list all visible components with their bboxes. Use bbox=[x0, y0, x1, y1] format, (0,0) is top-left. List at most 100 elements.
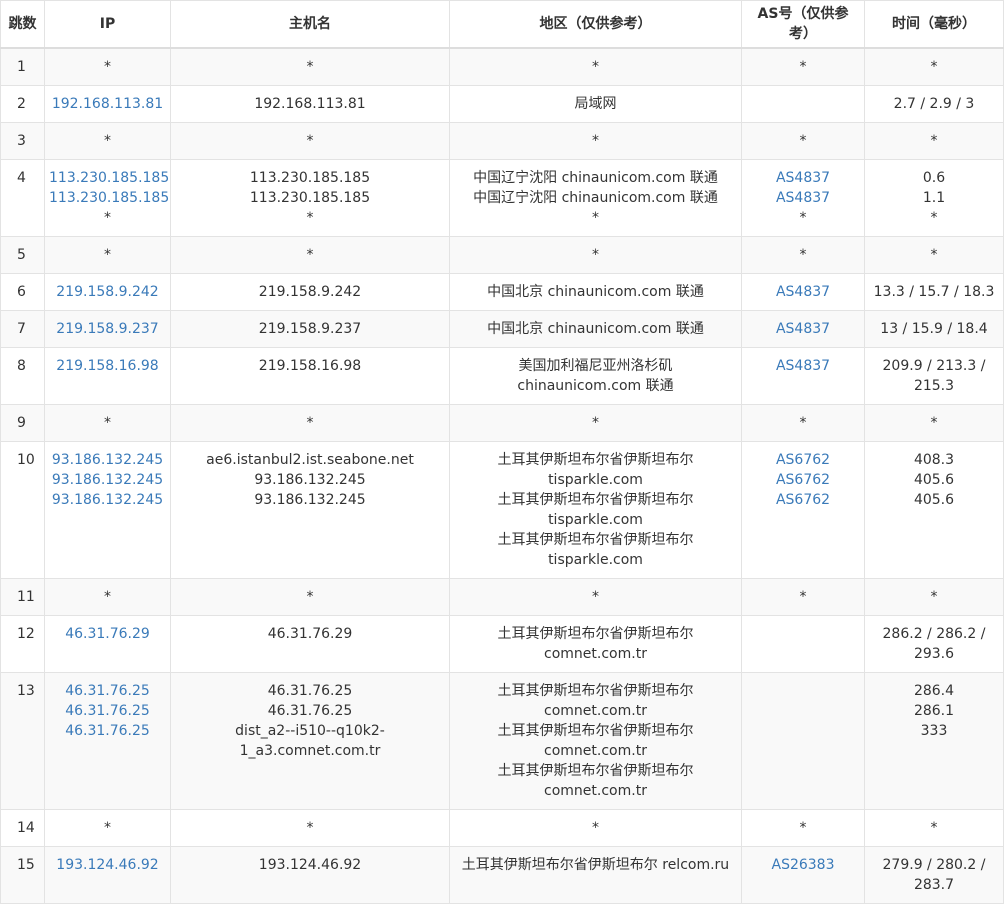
table-row: 15 193.124.46.92 193.124.46.92 土耳其伊斯坦布尔省伊斯坦… bbox=[0, 846, 1004, 904]
as-number-link[interactable]: AS4837 bbox=[746, 356, 860, 376]
as-number-link[interactable]: AS6762 bbox=[746, 490, 860, 510]
hop-cell: 14 bbox=[0, 809, 45, 847]
as-number-cell: * bbox=[741, 236, 865, 274]
hop-cell: 7 bbox=[0, 310, 45, 348]
region-cell: 土耳其伊斯坦布尔省伊斯坦布尔 relcom.ru bbox=[449, 846, 742, 904]
hostname-cell: 46.31.76.29 bbox=[170, 615, 450, 673]
time-cell: 286.4 286.1 333 bbox=[864, 672, 1004, 810]
hop-cell: 12 bbox=[0, 615, 45, 673]
ip-link[interactable]: 192.168.113.81 bbox=[49, 94, 166, 114]
ip-link[interactable]: 193.124.46.92 bbox=[49, 855, 166, 875]
hostname-cell: 219.158.9.242 bbox=[170, 273, 450, 311]
time-text: 13 / 15.9 / 18.4 bbox=[880, 321, 988, 337]
as-number-text: * bbox=[799, 210, 807, 226]
ip-link[interactable]: 46.31.76.25 bbox=[49, 681, 166, 701]
as-number-empty bbox=[746, 624, 860, 644]
time-text: 0.6 bbox=[922, 170, 946, 186]
as-number-cell: * bbox=[741, 404, 865, 442]
hostname-text: * bbox=[306, 589, 314, 605]
region-text: tisparkle.com bbox=[548, 552, 643, 568]
as-number-link[interactable]: AS4837 bbox=[746, 188, 860, 208]
hostname-text: * bbox=[306, 59, 314, 75]
hostname-text: 46.31.76.25 bbox=[267, 703, 353, 719]
as-number-link[interactable]: AS6762 bbox=[746, 470, 860, 490]
ip-cell: * bbox=[44, 404, 171, 442]
ip-link[interactable]: 46.31.76.25 bbox=[49, 701, 166, 721]
time-cell: 13.3 / 15.7 / 18.3 bbox=[864, 273, 1004, 311]
hop-cell: 6 bbox=[0, 273, 45, 311]
hostname-text: 219.158.9.237 bbox=[258, 321, 362, 337]
ip-link[interactable]: 219.158.16.98 bbox=[49, 356, 166, 376]
hostname-cell: 113.230.185.185 113.230.185.185 * bbox=[170, 159, 450, 237]
as-number-link[interactable]: AS26383 bbox=[746, 855, 860, 875]
hostname-text: 219.158.9.242 bbox=[258, 284, 362, 300]
as-number-link[interactable]: AS6762 bbox=[746, 450, 860, 470]
time-text: 209.9 / 213.3 / bbox=[882, 358, 986, 374]
hop-cell: 10 bbox=[0, 441, 45, 579]
time-text: 286.4 bbox=[913, 683, 955, 699]
hop-cell: 13 bbox=[0, 672, 45, 810]
as-number-empty bbox=[746, 94, 860, 114]
time-cell: 209.9 / 213.3 / 215.3 bbox=[864, 347, 1004, 405]
region-text: 土耳其伊斯坦布尔省伊斯坦布尔 bbox=[497, 532, 694, 548]
as-number-text: * bbox=[799, 415, 807, 431]
ip-link[interactable]: 93.186.132.245 bbox=[49, 490, 166, 510]
region-cell: * bbox=[449, 809, 742, 847]
hostname-cell: * bbox=[170, 404, 450, 442]
as-number-cell: AS6762 AS6762 AS6762 bbox=[741, 441, 865, 579]
time-cell: 2.7 / 2.9 / 3 bbox=[864, 85, 1004, 123]
region-text: 中国北京 chinaunicom.com 联通 bbox=[487, 321, 704, 337]
ip-cell: 193.124.46.92 bbox=[44, 846, 171, 904]
traceroute-table: 跳数 IP 主机名 地区（仅供参考） AS号（仅供参考） 时间（毫秒） 1 * * *… bbox=[0, 0, 1004, 904]
ip-link[interactable]: 219.158.9.242 bbox=[49, 282, 166, 302]
time-text: 2.7 / 2.9 / 3 bbox=[893, 96, 975, 112]
table-row: 5 * * * * * bbox=[0, 236, 1004, 274]
time-text: 405.6 bbox=[913, 472, 955, 488]
table-row: 6 219.158.9.242 219.158.9.242 中国北京 chinauni… bbox=[0, 273, 1004, 311]
region-text: * bbox=[592, 589, 599, 605]
ip-text: * bbox=[104, 415, 111, 431]
hop-cell: 2 bbox=[0, 85, 45, 123]
region-cell: 美国加利福尼亚州洛杉矶 chinaunicom.com 联通 bbox=[449, 347, 742, 405]
region-text: comnet.com.tr bbox=[544, 743, 647, 759]
time-text: 283.7 bbox=[913, 877, 955, 893]
as-number-cell: AS26383 bbox=[741, 846, 865, 904]
hop-cell: 4 bbox=[0, 159, 45, 237]
hostname-cell: * bbox=[170, 578, 450, 616]
ip-link[interactable]: 113.230.185.185 bbox=[49, 188, 169, 208]
as-number-cell: * bbox=[741, 809, 865, 847]
as-number-cell bbox=[741, 85, 865, 123]
hostname-text: * bbox=[306, 133, 314, 149]
time-cell: * bbox=[864, 578, 1004, 616]
ip-link[interactable]: 113.230.185.185 bbox=[49, 168, 169, 188]
hostname-text: * bbox=[306, 247, 314, 263]
ip-link[interactable]: 93.186.132.245 bbox=[49, 450, 166, 470]
col-header-host: 主机名 bbox=[170, 0, 450, 49]
ip-link[interactable]: 46.31.76.29 bbox=[49, 624, 166, 644]
ip-link[interactable]: 219.158.9.237 bbox=[49, 319, 166, 339]
hostname-text: dist_a2--i510--q10k2- bbox=[235, 723, 385, 739]
as-number-link[interactable]: AS4837 bbox=[746, 282, 860, 302]
hostname-text: 46.31.76.25 bbox=[267, 683, 353, 699]
as-number-cell bbox=[741, 615, 865, 673]
hop-cell: 3 bbox=[0, 122, 45, 160]
ip-text: * bbox=[104, 589, 111, 605]
ip-link[interactable]: 46.31.76.25 bbox=[49, 721, 166, 741]
region-text: * bbox=[592, 247, 599, 263]
hostname-cell: 192.168.113.81 bbox=[170, 85, 450, 123]
time-text: 1.1 bbox=[922, 190, 946, 206]
time-text: 286.1 bbox=[913, 703, 955, 719]
as-number-link[interactable]: AS4837 bbox=[746, 168, 860, 188]
region-text: 土耳其伊斯坦布尔省伊斯坦布尔 bbox=[497, 763, 694, 779]
as-number-link[interactable]: AS4837 bbox=[746, 319, 860, 339]
region-cell: * bbox=[449, 122, 742, 160]
hop-cell: 1 bbox=[0, 47, 45, 86]
region-cell: 中国辽宁沈阳 chinaunicom.com 联通 中国辽宁沈阳 chinauni… bbox=[449, 159, 742, 237]
ip-link[interactable]: 93.186.132.245 bbox=[49, 470, 166, 490]
time-cell: * bbox=[864, 122, 1004, 160]
region-cell: 土耳其伊斯坦布尔省伊斯坦布尔 comnet.com.tr bbox=[449, 615, 742, 673]
time-text: 405.6 bbox=[913, 492, 955, 508]
ip-cell: 192.168.113.81 bbox=[44, 85, 171, 123]
table-row: 14 * * * * * bbox=[0, 809, 1004, 847]
hostname-cell: * bbox=[170, 809, 450, 847]
